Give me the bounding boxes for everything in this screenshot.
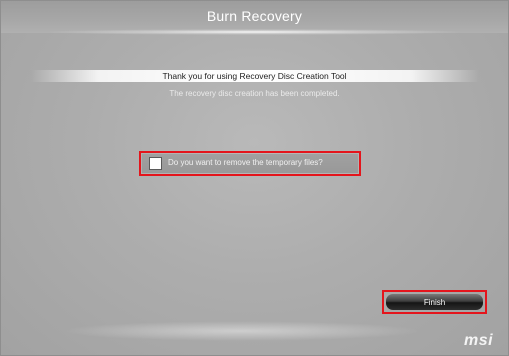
window-title: Burn Recovery	[206, 8, 303, 24]
remove-temp-files-checkbox[interactable]	[149, 157, 162, 170]
burn-recovery-window: Burn Recovery Thank you for using Recove…	[0, 0, 509, 356]
thank-you-message: Thank you for using Recovery Disc Creati…	[162, 71, 347, 81]
bottom-glow	[61, 321, 421, 341]
msi-logo: msi	[464, 332, 494, 349]
finish-button[interactable]: Finish	[386, 294, 483, 310]
title-bar-shine	[41, 29, 468, 35]
remove-temp-files-label[interactable]: Do you want to remove the temporary file…	[168, 158, 323, 167]
completion-message: The recovery disc creation has been comp…	[169, 89, 340, 98]
title-bar: Burn Recovery	[1, 1, 508, 35]
